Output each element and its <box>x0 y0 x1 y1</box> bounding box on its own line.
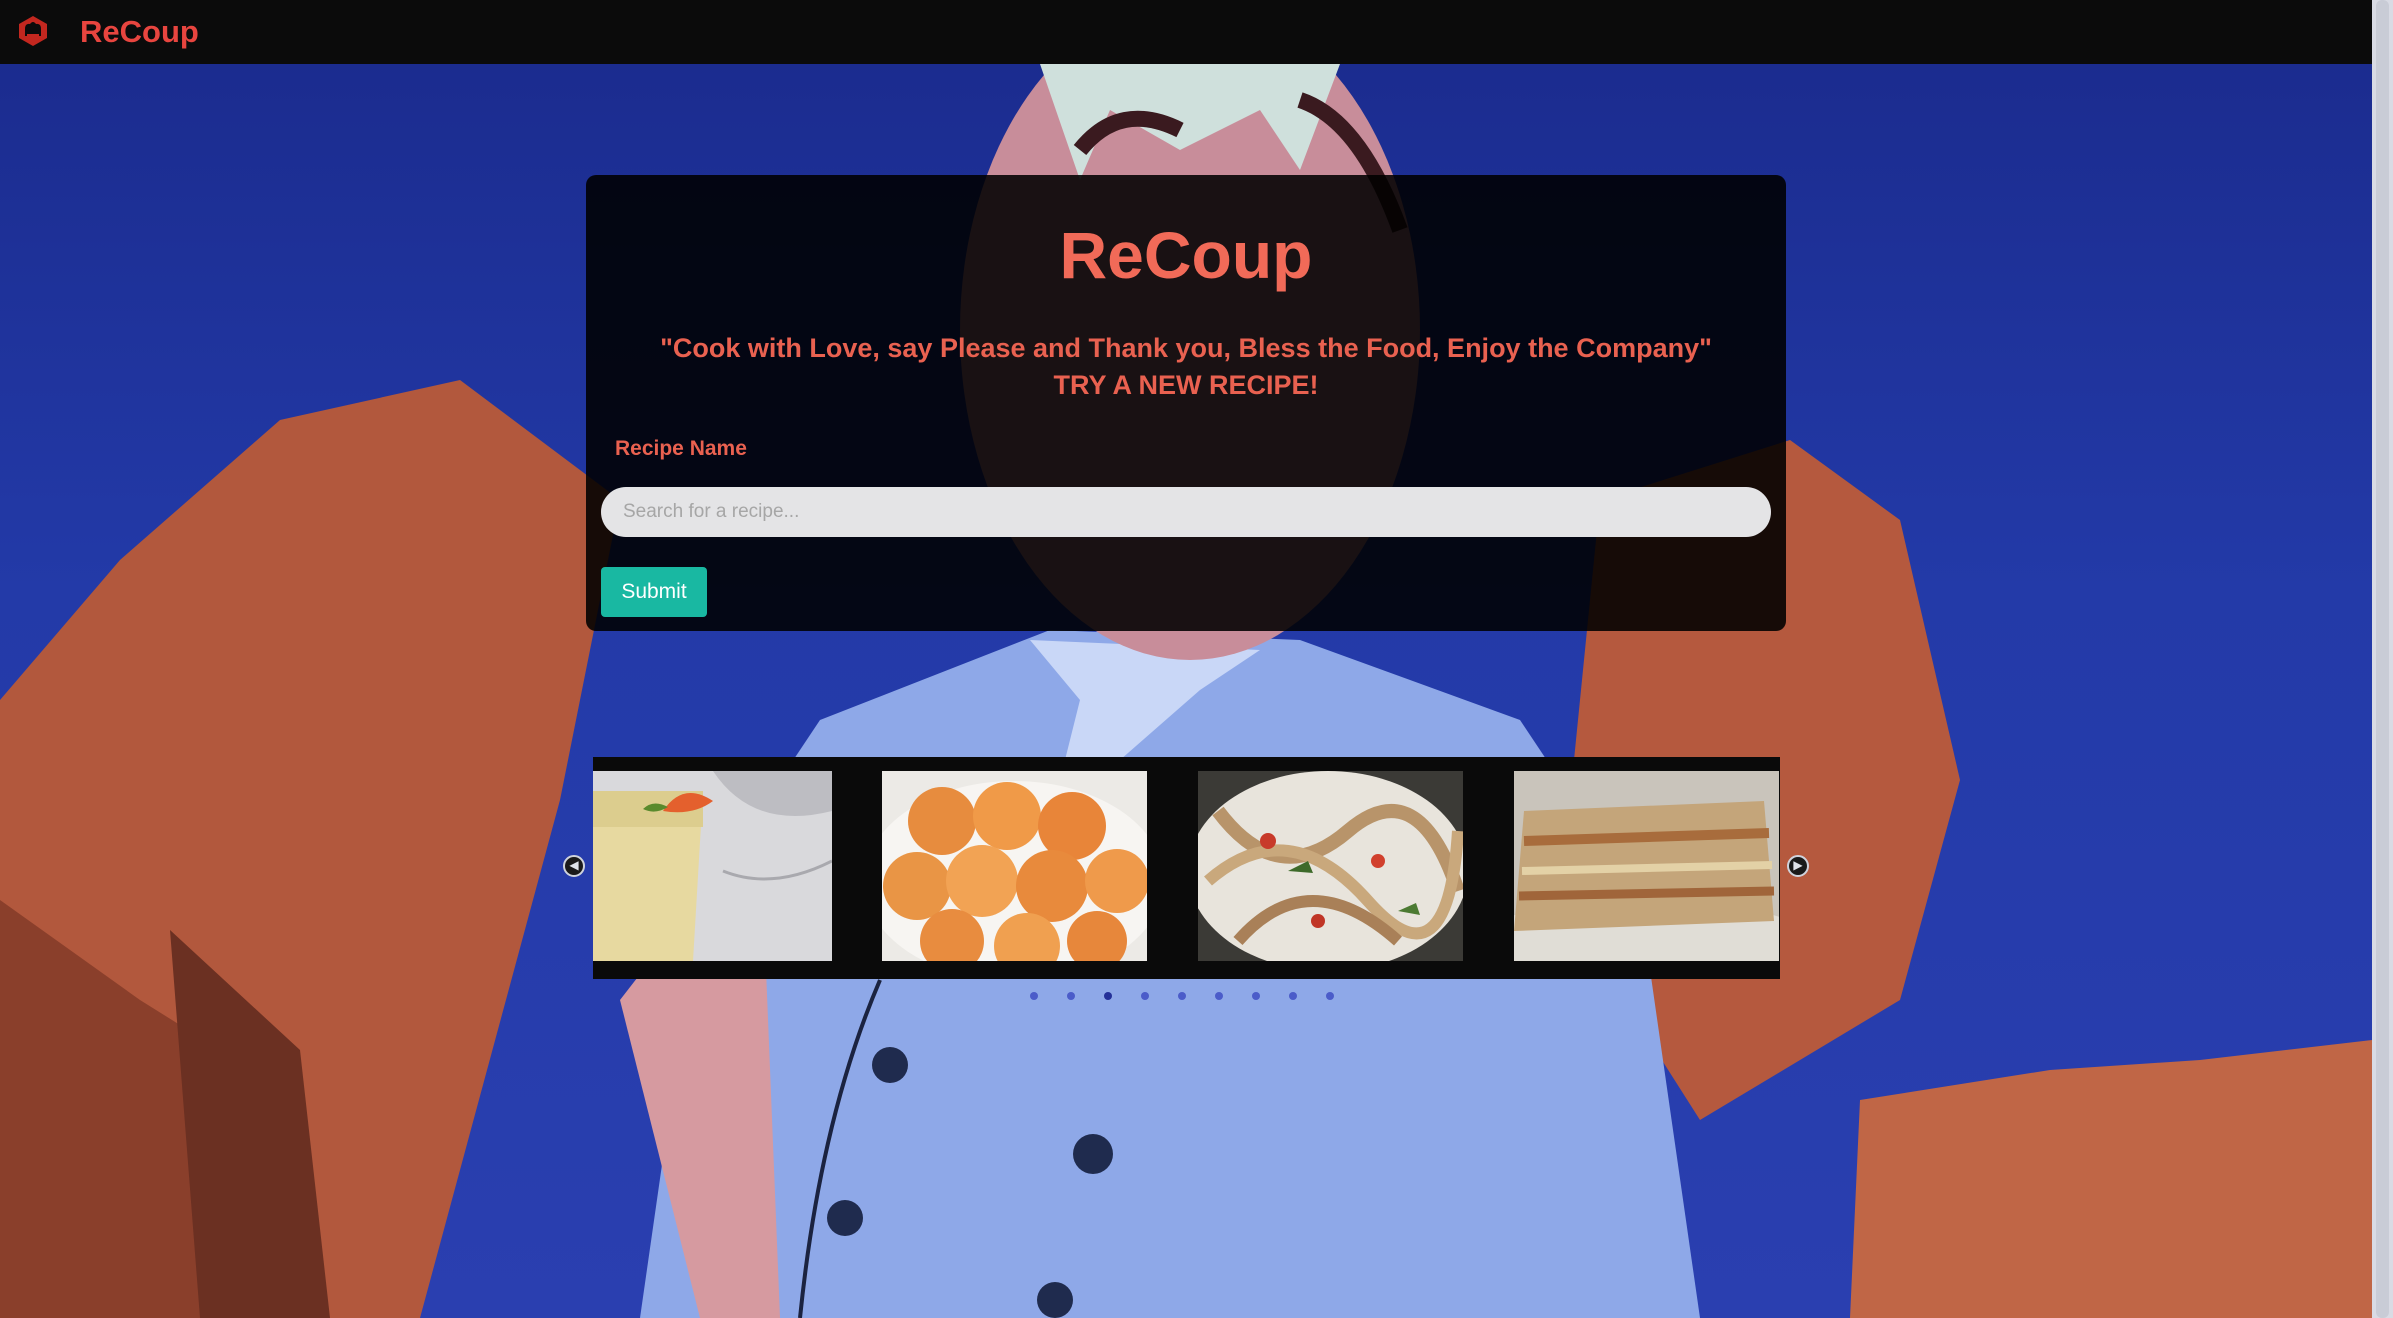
carousel-indicator[interactable] <box>1215 992 1223 1000</box>
carousel-indicator[interactable] <box>1030 992 1038 1000</box>
recipe-name-label: Recipe Name <box>615 437 747 460</box>
carousel-indicator[interactable] <box>1067 992 1075 1000</box>
page-scrollbar[interactable] <box>2372 0 2393 1318</box>
chevron-left-icon[interactable]: ◀ <box>563 855 585 877</box>
carousel-indicator-active[interactable] <box>1104 992 1112 1000</box>
carousel-indicator[interactable] <box>1141 992 1149 1000</box>
motto-quote: "Cook with Love, say Please and Thank yo… <box>660 333 1712 363</box>
recipe-carousel <box>593 757 1780 979</box>
smoothie-image[interactable] <box>593 771 832 961</box>
quote-block: "Cook with Love, say Please and Thank yo… <box>586 330 1786 404</box>
pasta-image[interactable] <box>1198 771 1463 961</box>
carousel-indicator[interactable] <box>1289 992 1297 1000</box>
navbar-brand[interactable]: ReCoup <box>80 14 199 50</box>
page-title: ReCoup <box>1059 218 1313 292</box>
recipe-search-input[interactable] <box>601 487 1771 537</box>
lasagna-image[interactable] <box>1514 771 1779 961</box>
recipe-search-card: ReCoup "Cook with Love, say Please and T… <box>586 175 1786 631</box>
sugar-donuts-image[interactable] <box>882 771 1147 961</box>
carousel-indicator[interactable] <box>1252 992 1260 1000</box>
tagline: TRY A NEW RECIPE! <box>1053 370 1319 400</box>
chevron-right-icon[interactable]: ▶ <box>1787 855 1809 877</box>
navbar: ReCoup <box>0 0 2372 64</box>
carousel-indicator[interactable] <box>1178 992 1186 1000</box>
scrollbar-thumb[interactable] <box>2376 0 2389 1318</box>
carousel-indicator[interactable] <box>1326 992 1334 1000</box>
submit-button[interactable]: Submit <box>601 567 707 617</box>
chef-hat-icon[interactable] <box>16 14 50 48</box>
